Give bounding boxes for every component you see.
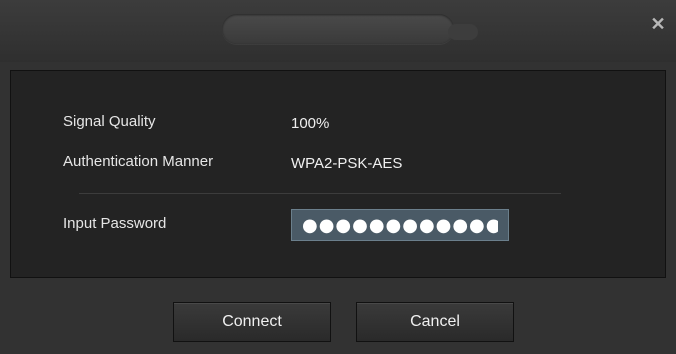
signal-quality-label: Signal Quality [63, 113, 156, 130]
connection-info-panel: Signal Quality 100% Authentication Manne… [10, 70, 666, 278]
title-pill [222, 14, 454, 44]
divider [79, 193, 561, 194]
close-icon[interactable]: ✕ [648, 14, 668, 34]
authentication-manner-label: Authentication Manner [63, 153, 214, 170]
connect-button[interactable]: Connect [173, 302, 331, 342]
input-password-label: Input Password [63, 215, 167, 232]
cancel-button[interactable]: Cancel [356, 302, 514, 342]
wifi-connect-dialog: ✕ Signal Quality 100% Authentication Man… [0, 0, 676, 354]
signal-quality-value: 100% [291, 115, 330, 132]
title-bar: ✕ [0, 0, 676, 62]
authentication-manner-value: WPA2-PSK-AES [291, 155, 403, 172]
password-input[interactable] [291, 209, 509, 241]
title-pill-tail [448, 24, 478, 40]
